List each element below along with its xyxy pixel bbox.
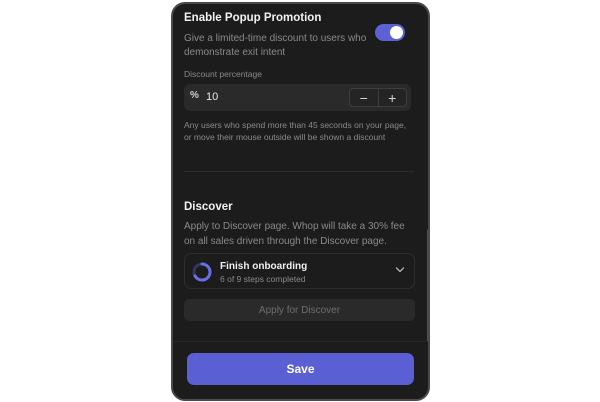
onboarding-card[interactable]: Finish onboarding 6 of 9 steps completed (184, 253, 415, 289)
section-divider (184, 171, 414, 172)
save-button[interactable]: Save (187, 353, 414, 385)
discount-value[interactable]: 10 (206, 91, 218, 103)
discount-helper-text: Any users who spend more than 45 seconds… (184, 120, 407, 142)
discover-description: Apply to Discover page. Whop will take a… (184, 221, 405, 247)
increment-button[interactable]: + (379, 89, 407, 106)
decrement-button[interactable]: − (350, 89, 378, 106)
onboarding-progress-text: 6 of 9 steps completed (220, 274, 306, 284)
settings-panel: Enable Popup Promotion Give a limited-ti… (171, 2, 430, 401)
scrollbar[interactable] (427, 229, 428, 344)
chevron-down-icon[interactable] (395, 266, 405, 274)
discover-title: Discover (184, 201, 233, 213)
popup-title: Enable Popup Promotion (184, 12, 322, 24)
discount-stepper: − + (349, 88, 407, 107)
footer: Save (173, 341, 428, 399)
onboarding-title: Finish onboarding (220, 261, 308, 272)
scroll-content[interactable]: Enable Popup Promotion Give a limited-ti… (173, 4, 428, 399)
apply-discover-button[interactable]: Apply for Discover (184, 299, 415, 321)
percent-icon: % (190, 90, 199, 101)
popup-toggle[interactable] (375, 24, 405, 41)
popup-description: Give a limited-time discount to users wh… (184, 33, 367, 58)
progress-ring-icon (192, 262, 212, 282)
discount-label: Discount percentage (184, 69, 262, 79)
toggle-knob (390, 26, 403, 39)
discount-input[interactable]: % 10 − + (184, 84, 411, 111)
